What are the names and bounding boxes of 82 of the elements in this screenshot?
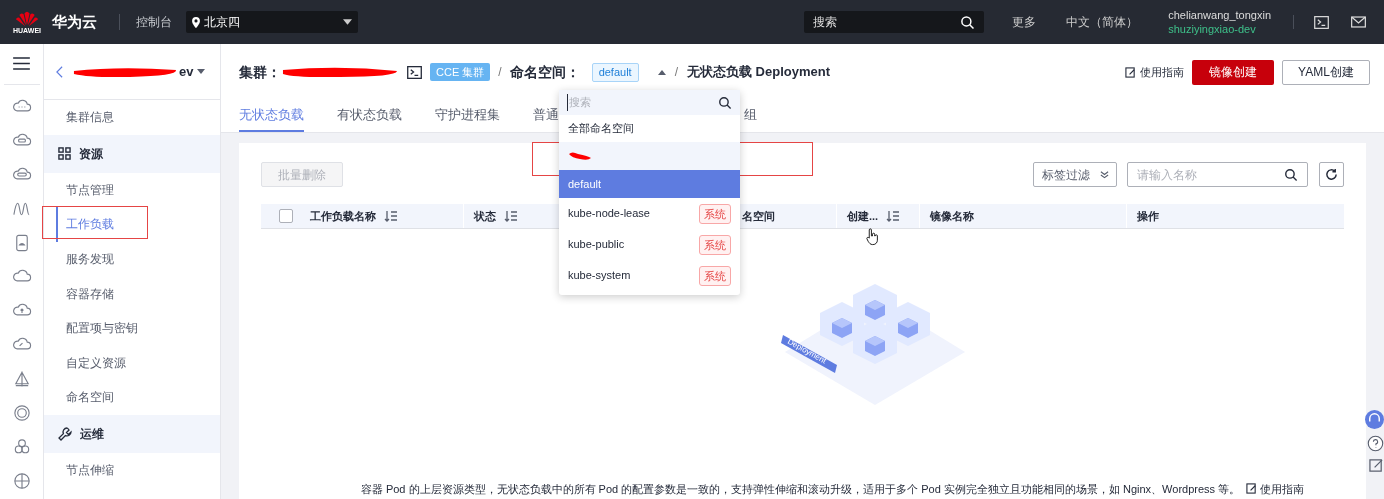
- dropdown-option[interactable]: default: [559, 170, 740, 198]
- petal-logo-icon: [14, 9, 40, 27]
- breadcrumb-separator: /: [498, 64, 502, 81]
- dropdown-option[interactable]: kube-public 系统: [559, 229, 740, 260]
- mail-icon[interactable]: [1351, 16, 1366, 28]
- sort-icon[interactable]: [886, 210, 901, 222]
- edit-icon[interactable]: [1369, 458, 1384, 473]
- label-filter-button[interactable]: 标签过滤: [1033, 162, 1117, 187]
- yaml-create-button[interactable]: YAML创建: [1282, 59, 1370, 85]
- tab[interactable]: 有状态负载: [337, 100, 402, 132]
- refresh-icon: [1325, 168, 1338, 181]
- column-header: 操作: [1137, 208, 1159, 224]
- guide-link[interactable]: 使用指南: [1246, 480, 1305, 497]
- help-icon[interactable]: [1367, 435, 1384, 452]
- grid-icon: [58, 147, 71, 161]
- console-link[interactable]: 控制台: [136, 13, 172, 31]
- double-chevron-icon: [1099, 170, 1109, 179]
- sidebar-item[interactable]: 集群信息: [44, 100, 220, 135]
- region-selector[interactable]: 北京四: [186, 11, 358, 33]
- search-icon[interactable]: [960, 14, 976, 30]
- sidebar-group-header[interactable]: 运维: [44, 414, 220, 453]
- tab[interactable]: 组: [744, 100, 757, 132]
- dropdown-option[interactable]: kube-system 系统: [559, 260, 740, 291]
- dropdown-option[interactable]: kube-node-lease 系统: [559, 198, 740, 229]
- table-header-cell[interactable]: 创建...: [836, 204, 919, 228]
- more-menu[interactable]: 更多: [1012, 13, 1037, 31]
- column-header: 创建...: [847, 208, 879, 224]
- circle-icon[interactable]: [11, 403, 32, 423]
- cluster-name-fragment: ev: [179, 62, 194, 81]
- system-tag: 系统: [699, 265, 731, 286]
- namespace-selector[interactable]: default: [591, 62, 639, 82]
- namespace-label: 命名空间：: [509, 62, 580, 82]
- caret-icon[interactable]: [197, 69, 206, 74]
- back-chevron-icon[interactable]: [56, 64, 63, 79]
- column-header: 状态: [474, 208, 496, 224]
- edit-note-icon: [1125, 66, 1136, 78]
- sidebar-item[interactable]: 配置项与密钥: [44, 310, 220, 346]
- sidebar-item[interactable]: 服务发现: [44, 241, 220, 277]
- username[interactable]: chelianwang_tongxin: [1168, 8, 1271, 22]
- cluster-label: 集群：: [239, 62, 281, 82]
- system-tag: 系统: [699, 234, 731, 255]
- terminal-icon[interactable]: [407, 65, 422, 79]
- breadcrumb-separator: /: [674, 64, 678, 81]
- select-all-checkbox[interactable]: [279, 209, 293, 223]
- sort-icon[interactable]: [384, 210, 398, 222]
- sidebar-item[interactable]: 容器存储: [44, 276, 220, 311]
- dropdown-option[interactable]: 全部命名空间: [559, 115, 740, 142]
- sidebar-item[interactable]: 自定义资源: [44, 345, 220, 381]
- search-icon[interactable]: [1284, 167, 1298, 182]
- location-pin-icon: [192, 16, 200, 28]
- guide-link[interactable]: 使用指南: [1125, 63, 1184, 81]
- search-icon[interactable]: [718, 95, 732, 110]
- hand-cursor-icon: [866, 227, 879, 247]
- caret-icon: [343, 19, 352, 25]
- sort-icon[interactable]: [504, 210, 518, 222]
- page-title: 无状态负载 Deployment: [687, 63, 830, 82]
- column-header: 镜像名称: [930, 208, 974, 224]
- sidebar-item[interactable]: 节点伸缩: [44, 452, 220, 488]
- wrench-icon: [58, 426, 72, 441]
- image-create-button[interactable]: 镜像创建: [1192, 59, 1274, 85]
- edit-note-icon: [1246, 483, 1258, 495]
- table-header-cell[interactable]: 工作负载名称: [300, 204, 463, 228]
- column-header: 名空间: [742, 208, 775, 224]
- column-header: 工作负载名称: [310, 208, 376, 224]
- empty-state-description: 容器 Pod 的上层资源类型，无状态负载中的所有 Pod 的配置参数是一致的，支持弹性伸缩和滚动升级，适用于多个 Pod 实例完全独立且功能相同的场景，如 Nginx、Wordpress 等。: [360, 481, 1241, 497]
- language-menu[interactable]: 中文（简体）: [1066, 13, 1139, 31]
- tab[interactable]: 无状态负载: [239, 100, 304, 132]
- sidebar-item[interactable]: 命名空间: [44, 380, 220, 415]
- sidebar-item[interactable]: 节点管理: [44, 172, 220, 208]
- refresh-button[interactable]: [1319, 162, 1344, 187]
- project-name[interactable]: shuziyingxiao-dev: [1168, 22, 1271, 36]
- tab[interactable]: 守护进程集: [435, 100, 500, 132]
- globe-icon[interactable]: [11, 471, 32, 491]
- headset-icon[interactable]: [1365, 410, 1384, 429]
- caret-up-icon[interactable]: [657, 69, 666, 75]
- sidebar-group-header[interactable]: 资源: [44, 134, 220, 173]
- menu-icon[interactable]: [13, 57, 30, 70]
- tab[interactable]: 普通: [533, 100, 559, 132]
- search-field[interactable]: 搜索: [804, 11, 985, 33]
- cluster-type-badge: CCE 集群: [430, 63, 491, 81]
- system-tag: 系统: [699, 203, 731, 224]
- brand-name[interactable]: 华为云: [52, 10, 97, 34]
